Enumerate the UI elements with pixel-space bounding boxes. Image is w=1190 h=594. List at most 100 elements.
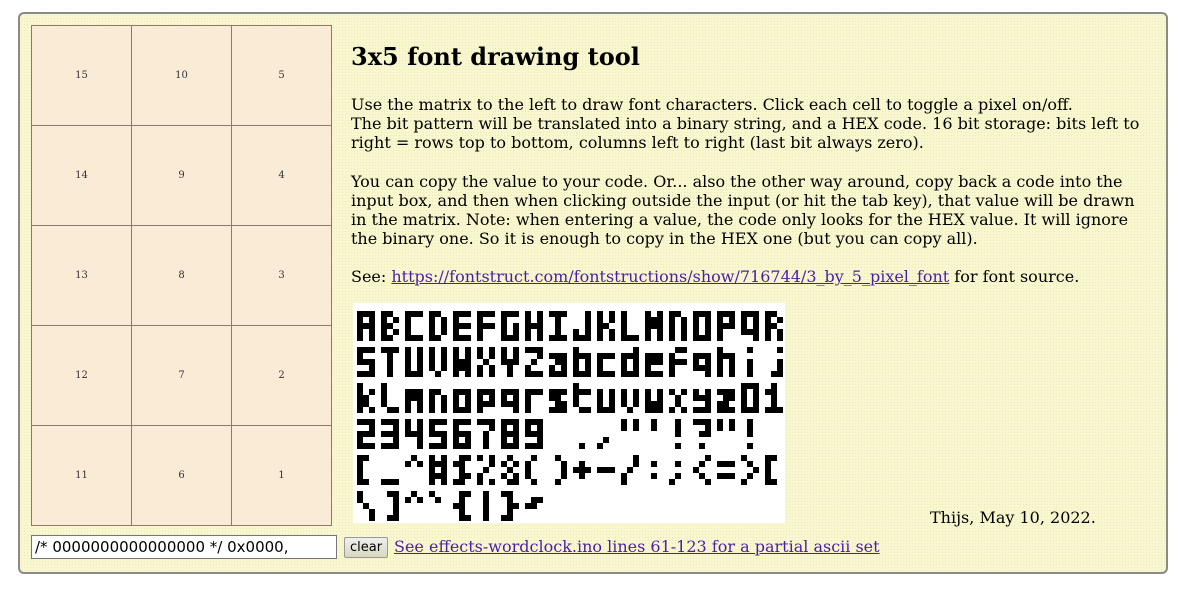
wordclock-link[interactable]: See effects-wordclock.ino lines 61-123 f… bbox=[394, 537, 880, 556]
glyph-pixel bbox=[501, 347, 507, 353]
glyph-pixel bbox=[357, 311, 363, 317]
matrix-cell-6[interactable]: 6 bbox=[132, 426, 232, 526]
glyph-pixel bbox=[717, 311, 723, 317]
glyph-pixel bbox=[357, 443, 363, 449]
glyph-pixel bbox=[765, 323, 771, 329]
glyph-pixel bbox=[507, 497, 513, 503]
glyph-pixel bbox=[597, 443, 603, 449]
glyph-pixel bbox=[369, 365, 375, 371]
glyph-pixel bbox=[609, 389, 615, 395]
glyph-pixel bbox=[363, 431, 369, 437]
glyph-pixel bbox=[441, 407, 447, 413]
matrix-cell-10[interactable]: 10 bbox=[132, 26, 232, 126]
glyph-pixel bbox=[531, 389, 537, 395]
glyph-pixel bbox=[573, 383, 579, 389]
glyph-pixel bbox=[717, 371, 723, 377]
glyph-pixel bbox=[357, 317, 363, 323]
glyph-pixel bbox=[633, 419, 639, 425]
glyph-pixel bbox=[465, 401, 471, 407]
glyph-pixel bbox=[675, 395, 681, 401]
font-glyph bbox=[381, 311, 399, 341]
matrix-cell-8[interactable]: 8 bbox=[132, 226, 232, 326]
glyph-pixel bbox=[411, 335, 417, 341]
glyph-pixel bbox=[513, 353, 519, 359]
glyph-pixel bbox=[525, 371, 531, 377]
glyph-pixel bbox=[765, 467, 771, 473]
glyph-pixel bbox=[555, 359, 561, 365]
glyph-pixel bbox=[501, 401, 507, 407]
glyph-pixel bbox=[621, 395, 627, 401]
glyph-pixel bbox=[381, 323, 387, 329]
font-source-link[interactable]: https://fontstruct.com/fontstructions/sh… bbox=[391, 267, 949, 286]
font-glyph bbox=[645, 311, 663, 341]
glyph-pixel bbox=[489, 353, 495, 359]
glyph-pixel bbox=[417, 419, 423, 425]
glyph-pixel bbox=[699, 335, 705, 341]
glyph-pixel bbox=[453, 401, 459, 407]
matrix-cell-9[interactable]: 9 bbox=[132, 126, 232, 226]
matrix-cell-12[interactable]: 12 bbox=[32, 326, 132, 426]
font-glyph bbox=[741, 455, 759, 485]
glyph-pixel bbox=[483, 509, 489, 515]
glyph-pixel bbox=[393, 479, 399, 485]
glyph-pixel bbox=[357, 353, 363, 359]
glyph-pixel bbox=[507, 431, 513, 437]
matrix-cell-2[interactable]: 2 bbox=[232, 326, 332, 426]
glyph-pixel bbox=[537, 419, 543, 425]
glyph-pixel bbox=[453, 335, 459, 341]
glyph-pixel bbox=[459, 461, 465, 467]
glyph-pixel bbox=[585, 317, 591, 323]
glyph-pixel bbox=[489, 455, 495, 461]
glyph-pixel bbox=[381, 335, 387, 341]
matrix-cell-4[interactable]: 4 bbox=[232, 126, 332, 226]
glyph-pixel bbox=[621, 353, 627, 359]
glyph-pixel bbox=[405, 461, 411, 467]
glyph-pixel bbox=[747, 431, 753, 437]
matrix-cell-14[interactable]: 14 bbox=[32, 126, 132, 226]
glyph-pixel bbox=[669, 317, 675, 323]
glyph-pixel bbox=[369, 311, 375, 317]
glyph-pixel bbox=[453, 395, 459, 401]
hex-code-input[interactable] bbox=[31, 535, 337, 559]
glyph-pixel bbox=[441, 401, 447, 407]
matrix-cell-15[interactable]: 15 bbox=[32, 26, 132, 126]
font-glyph bbox=[573, 461, 591, 479]
glyph-pixel bbox=[417, 335, 423, 341]
glyph-pixel bbox=[393, 497, 399, 503]
matrix-cell-1[interactable]: 1 bbox=[232, 426, 332, 526]
glyph-pixel bbox=[357, 479, 363, 485]
glyph-pixel bbox=[429, 467, 435, 473]
glyph-pixel bbox=[405, 323, 411, 329]
glyph-pixel bbox=[699, 311, 705, 317]
glyph-pixel bbox=[717, 353, 723, 359]
glyph-pixel bbox=[669, 335, 675, 341]
glyph-pixel bbox=[441, 431, 447, 437]
glyph-pixel bbox=[525, 323, 531, 329]
glyph-pixel bbox=[753, 407, 759, 413]
glyph-pixel bbox=[357, 431, 363, 437]
matrix-cell-3[interactable]: 3 bbox=[232, 226, 332, 326]
glyph-pixel bbox=[507, 455, 513, 461]
clear-button[interactable]: clear bbox=[344, 537, 389, 558]
glyph-pixel bbox=[435, 419, 441, 425]
glyph-pixel bbox=[405, 353, 411, 359]
glyph-pixel bbox=[429, 389, 435, 395]
matrix-cell-5[interactable]: 5 bbox=[232, 26, 332, 126]
matrix-cell-11[interactable]: 11 bbox=[32, 426, 132, 526]
glyph-pixel bbox=[693, 335, 699, 341]
glyph-pixel bbox=[675, 431, 681, 437]
glyph-pixel bbox=[405, 431, 411, 437]
glyph-pixel bbox=[717, 347, 723, 353]
matrix-cell-7[interactable]: 7 bbox=[132, 326, 232, 426]
matrix-cell-13[interactable]: 13 bbox=[32, 226, 132, 326]
font-glyph bbox=[717, 347, 735, 377]
glyph-pixel bbox=[699, 473, 705, 479]
glyph-pixel bbox=[387, 353, 393, 359]
glyph-pixel bbox=[621, 359, 627, 365]
glyph-pixel bbox=[429, 461, 435, 467]
glyph-pixel bbox=[705, 311, 711, 317]
glyph-pixel bbox=[417, 497, 423, 503]
glyph-pixel bbox=[489, 371, 495, 377]
glyph-pixel bbox=[723, 353, 729, 359]
glyph-pixel bbox=[357, 389, 363, 395]
